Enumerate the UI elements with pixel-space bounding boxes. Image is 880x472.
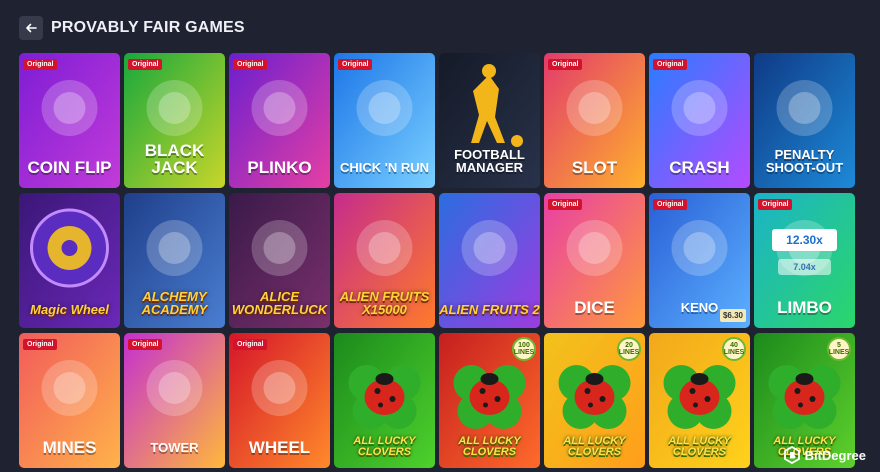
game-tile[interactable]: Original CRASH <box>649 53 750 188</box>
game-title: LIMBO <box>777 298 832 317</box>
page-header: PROVABLY FAIR GAMES <box>19 16 245 40</box>
original-badge: Original <box>548 59 583 70</box>
games-grid: Original COIN FLIP Original BLACK JACK Origi… <box>19 53 859 468</box>
game-tile[interactable]: Original DICE <box>544 193 645 328</box>
multiplier-box: 7.04x <box>778 259 831 275</box>
game-title: PENALTY SHOOT-OUT <box>765 147 844 175</box>
original-badge: Original <box>233 339 268 350</box>
price-tag: $6.30 <box>719 309 746 322</box>
game-title: FOOTBALL MANAGER <box>454 147 525 175</box>
page-title: PROVABLY FAIR GAMES <box>51 19 245 36</box>
original-badge: Original <box>653 59 688 70</box>
game-title: ALIEN FRUITS X15000 <box>339 289 430 317</box>
original-badge: Original <box>338 59 373 70</box>
bitdegree-logo-icon <box>783 446 800 464</box>
game-title: CRASH <box>669 158 730 177</box>
game-title: ALL LUCKY CLOVERS <box>563 435 626 458</box>
bitdegree-watermark: BitDegree <box>783 446 866 464</box>
game-tile[interactable]: Original KENO $6.30 <box>649 193 750 328</box>
game-tile[interactable]: Original WHEEL <box>229 333 330 468</box>
game-tile[interactable]: Original MINES <box>19 333 120 468</box>
original-badge: Original <box>758 199 793 210</box>
arrow-left-icon <box>26 23 37 33</box>
multiplier-box: 12.30x <box>772 229 837 251</box>
original-badge: Original <box>233 59 268 70</box>
game-tile[interactable]: ALL LUCKY CLOVERS 100 LINES <box>439 333 540 468</box>
game-title: ALL LUCKY CLOVERS <box>353 435 416 458</box>
game-title: ALCHEMY ACADEMY <box>141 289 208 317</box>
lines-badge: 100 LINES <box>512 337 536 361</box>
game-tile[interactable]: Original TOWER <box>124 333 225 468</box>
game-tile[interactable]: ALICE WONDERLUCK <box>229 193 330 328</box>
game-title: ALL LUCKY CLOVERS <box>458 435 521 458</box>
game-title: SLOT <box>571 158 618 177</box>
game-title: TOWER <box>150 440 199 455</box>
game-title: BLACK JACK <box>144 141 205 177</box>
original-badge: Original <box>23 339 58 350</box>
back-button[interactable] <box>19 16 43 40</box>
game-tile[interactable]: ALIEN FRUITS X15000 <box>334 193 435 328</box>
game-tile[interactable]: ALCHEMY ACADEMY <box>124 193 225 328</box>
game-title: ALIEN FRUITS 2 <box>439 302 540 317</box>
game-title: WHEEL <box>248 438 311 457</box>
game-title: PLINKO <box>247 158 312 177</box>
lines-badge: 20 LINES <box>617 337 641 361</box>
game-title: MINES <box>42 438 97 457</box>
original-badge: Original <box>23 59 58 70</box>
game-tile[interactable]: Original COIN FLIP <box>19 53 120 188</box>
game-title: CHICK 'N RUN <box>339 160 430 175</box>
game-title: COIN FLIP <box>27 158 112 177</box>
game-title: ALICE WONDERLUCK <box>231 289 328 317</box>
game-title: DICE <box>574 298 615 317</box>
game-tile[interactable]: ALIEN FRUITS 2 <box>439 193 540 328</box>
original-badge: Original <box>548 199 583 210</box>
original-badge: Original <box>128 59 163 70</box>
game-tile[interactable]: ALL LUCKY CLOVERS 40 LINES <box>649 333 750 468</box>
game-tile[interactable]: Original LIMBO 12.30x 7.04x <box>754 193 855 328</box>
game-tile[interactable]: Original BLACK JACK <box>124 53 225 188</box>
game-tile[interactable]: Magic Wheel <box>19 193 120 328</box>
game-tile[interactable]: PENALTY SHOOT-OUT <box>754 53 855 188</box>
lines-badge: 5 LINES <box>827 337 851 361</box>
game-tile[interactable]: Original CHICK 'N RUN <box>334 53 435 188</box>
watermark-text: BitDegree <box>804 447 866 463</box>
game-title: ALL LUCKY CLOVERS <box>668 435 731 458</box>
game-title: Magic Wheel <box>30 302 109 317</box>
game-tile[interactable]: Original PLINKO <box>229 53 330 188</box>
original-badge: Original <box>653 199 688 210</box>
lines-badge: 40 LINES <box>722 337 746 361</box>
game-tile[interactable]: Original SLOT <box>544 53 645 188</box>
game-tile[interactable]: FOOTBALL MANAGER <box>439 53 540 188</box>
game-tile[interactable]: ALL LUCKY CLOVERS <box>334 333 435 468</box>
original-badge: Original <box>128 339 163 350</box>
game-tile[interactable]: ALL LUCKY CLOVERS 20 LINES <box>544 333 645 468</box>
